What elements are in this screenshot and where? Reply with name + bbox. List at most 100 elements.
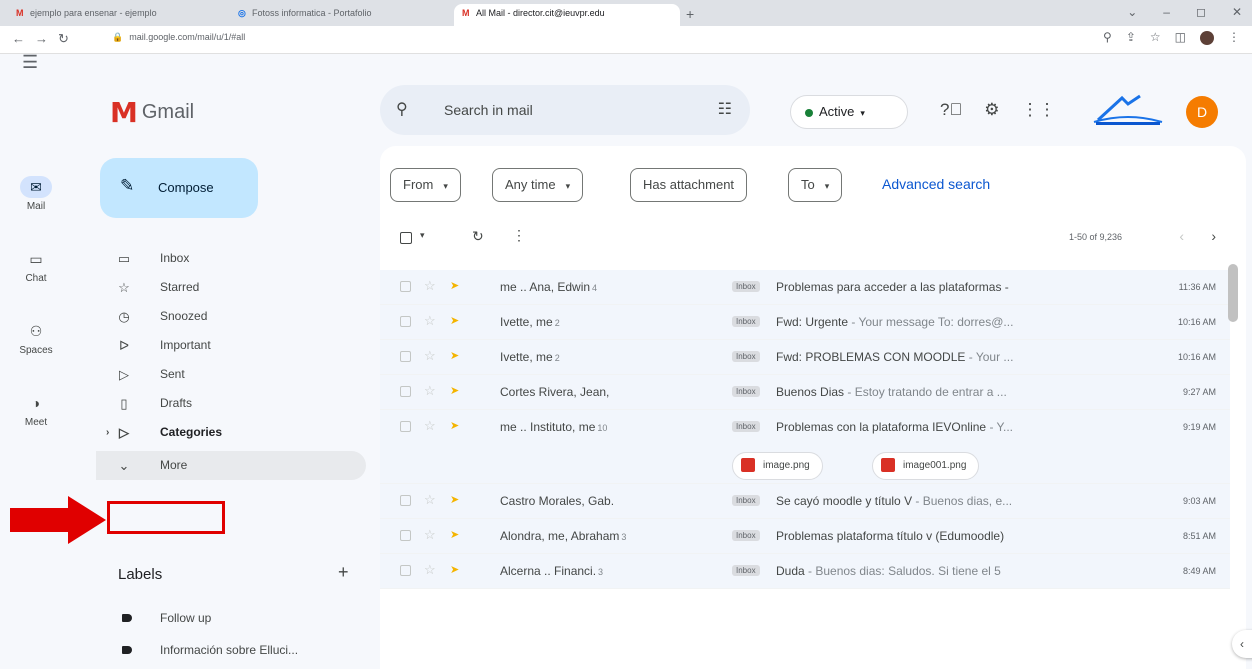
important-marker-icon[interactable]: ➤ [450,493,459,506]
filter-has-attachment[interactable]: Has attachment [630,168,748,202]
star-icon[interactable]: ☆ [424,562,436,578]
star-icon[interactable]: ☆ [424,383,436,399]
label-item[interactable]: Información sobre Elluci... [96,636,366,664]
sidebar-item-snoozed[interactable]: ◷ Snoozed [96,302,366,331]
email-row[interactable]: ☆ ➤ Cortes Rivera, Jean, Inbox Buenos Di… [380,375,1230,410]
row-checkbox[interactable] [400,495,411,506]
avatar[interactable]: D [1186,96,1218,128]
filter-any-time[interactable]: Any time ▾ [492,168,584,202]
sidebar-item-categories[interactable]: › ▷ Categories [96,418,366,447]
side-panel-icon[interactable]: ◫ [1175,30,1186,44]
next-page-icon[interactable]: › [1211,228,1216,244]
sidebar-item-drafts[interactable]: ▯ Drafts [96,389,366,418]
add-label-icon[interactable]: + [338,562,349,583]
gmail-logo[interactable]: M Gmail [110,96,194,129]
close-window-icon[interactable]: ✕ [1232,5,1242,19]
sidebar-item-inbox[interactable]: ▭ Inbox [96,244,366,273]
maximize-icon[interactable]: ◻ [1196,5,1206,19]
star-icon[interactable]: ☆ [424,527,436,543]
gmail-favicon-icon: M [462,8,470,18]
share-icon[interactable]: ⇪ [1126,30,1136,44]
select-dropdown-icon[interactable]: ▾ [420,230,425,241]
star-icon[interactable]: ☆ [424,492,436,508]
side-panel-toggle-icon[interactable]: ‹ [1232,630,1252,658]
back-icon[interactable]: ← [12,31,35,46]
row-checkbox[interactable] [400,281,411,292]
compose-button[interactable]: ✎ Compose [100,158,258,218]
scrollbar-thumb[interactable] [1228,264,1238,322]
email-row[interactable]: ☆ ➤ Alcerna .. Financi. 3 Inbox Duda - Bu… [380,554,1230,589]
sidebar-item-important[interactable]: ᐅ Important [96,331,366,360]
label-item[interactable]: Follow up [96,604,366,632]
row-checkbox[interactable] [400,421,411,432]
browser-tab[interactable]: ◎ Fotoss informatica - Portafolio [230,4,450,26]
more-options-icon[interactable]: ⋮ [512,227,526,244]
new-tab-icon[interactable]: + [686,6,694,22]
star-icon: ☆ [118,280,130,295]
thread-count: 3 [621,532,627,542]
sender-name: Cortes Rivera, Jean, [500,385,610,399]
sidebar-item-more[interactable]: ⌄ More [96,451,366,480]
attachment-chip[interactable]: image.png [732,452,823,480]
sidebar-item-starred[interactable]: ☆ Starred [96,273,366,302]
status-selector[interactable]: Active ▾ [790,95,908,129]
translate-icon[interactable]: ⚲ [1103,30,1112,44]
row-checkbox[interactable] [400,565,411,576]
forward-icon[interactable]: → [35,31,58,46]
important-marker-icon[interactable]: ➤ [450,563,459,576]
row-checkbox[interactable] [400,386,411,397]
browser-tab[interactable]: Mejemplo para ensenar - ejemplo [8,4,226,26]
search-input[interactable]: Search in mail [444,102,533,118]
browser-menu-icon[interactable]: ⋮ [1228,30,1240,44]
star-icon[interactable]: ☆ [424,278,436,294]
browser-tab-active[interactable]: M All Mail - director.cit@ieuvpr.edu [454,4,680,26]
select-all-checkbox[interactable] [400,232,412,244]
lock-icon: 🔒 [112,32,124,42]
rail-item-chat[interactable]: ▭ Chat [0,248,72,284]
row-checkbox[interactable] [400,351,411,362]
inbox-badge: Inbox [732,316,760,327]
rail-item-meet[interactable]: ◑ Meet [0,392,72,428]
support-icon[interactable]: ?⃝ [940,100,962,119]
email-row[interactable]: ☆ ➤ me .. Instituto, me 10 Inbox Problema… [380,410,1230,484]
url-field[interactable]: 🔒 mail.google.com/mail/u/1/#all [112,32,245,43]
bookmark-star-icon[interactable]: ☆ [1150,30,1161,44]
important-marker-icon[interactable]: ➤ [450,419,459,432]
important-marker-icon[interactable]: ➤ [450,528,459,541]
important-marker-icon[interactable]: ➤ [450,314,459,327]
tab-search-icon[interactable]: ⌄ [1127,5,1137,19]
prev-page-icon[interactable]: ‹ [1179,228,1184,244]
advanced-search-link[interactable]: Advanced search [882,176,990,192]
search-bar[interactable]: ⚲ Search in mail ☷ [380,85,750,135]
star-icon[interactable]: ☆ [424,313,436,329]
rail-item-mail[interactable]: ✉ Mail [0,176,72,212]
filter-to[interactable]: To ▾ [788,168,843,202]
settings-gear-icon[interactable]: ⚙ [984,100,999,119]
sidebar-item-sent[interactable]: ▷ Sent [96,360,366,389]
apps-grid-icon[interactable]: ⋮⋮ [1021,100,1055,119]
search-icon[interactable]: ⚲ [396,99,408,119]
important-marker-icon[interactable]: ➤ [450,349,459,362]
important-marker-icon[interactable]: ➤ [450,279,459,292]
refresh-icon[interactable]: ↻ [472,228,484,245]
star-icon[interactable]: ☆ [424,418,436,434]
filter-from[interactable]: From ▾ [390,168,461,202]
nav-buttons: ←→↻ [12,31,79,47]
important-marker-icon[interactable]: ➤ [450,384,459,397]
email-row[interactable]: ☆ ➤ Alondra, me, Abraham 3 Inbox Problema… [380,519,1230,554]
organization-logo[interactable] [1092,90,1164,130]
row-checkbox[interactable] [400,530,411,541]
minimize-icon[interactable]: – [1163,5,1170,19]
row-checkbox[interactable] [400,316,411,327]
email-row[interactable]: ☆ ➤ Ivette, me 2 Inbox Fwd: PROBLEMAS CON… [380,340,1230,375]
email-row[interactable]: ☆ ➤ Castro Morales, Gab. Inbox Se cayó m… [380,484,1230,519]
browser-profile-icon[interactable] [1200,30,1214,45]
main-menu-icon[interactable]: ☰ [22,52,38,73]
star-icon[interactable]: ☆ [424,348,436,364]
search-options-icon[interactable]: ☷ [718,99,732,119]
attachment-chip[interactable]: image001.png [872,452,980,480]
email-row[interactable]: ☆ ➤ me .. Ana, Edwin 4 Inbox Problemas pa… [380,270,1230,305]
email-row[interactable]: ☆ ➤ Ivette, me 2 Inbox Fwd: Urgente - You… [380,305,1230,340]
reload-icon[interactable]: ↻ [58,31,79,46]
rail-item-spaces[interactable]: ⚇ Spaces [0,320,72,356]
